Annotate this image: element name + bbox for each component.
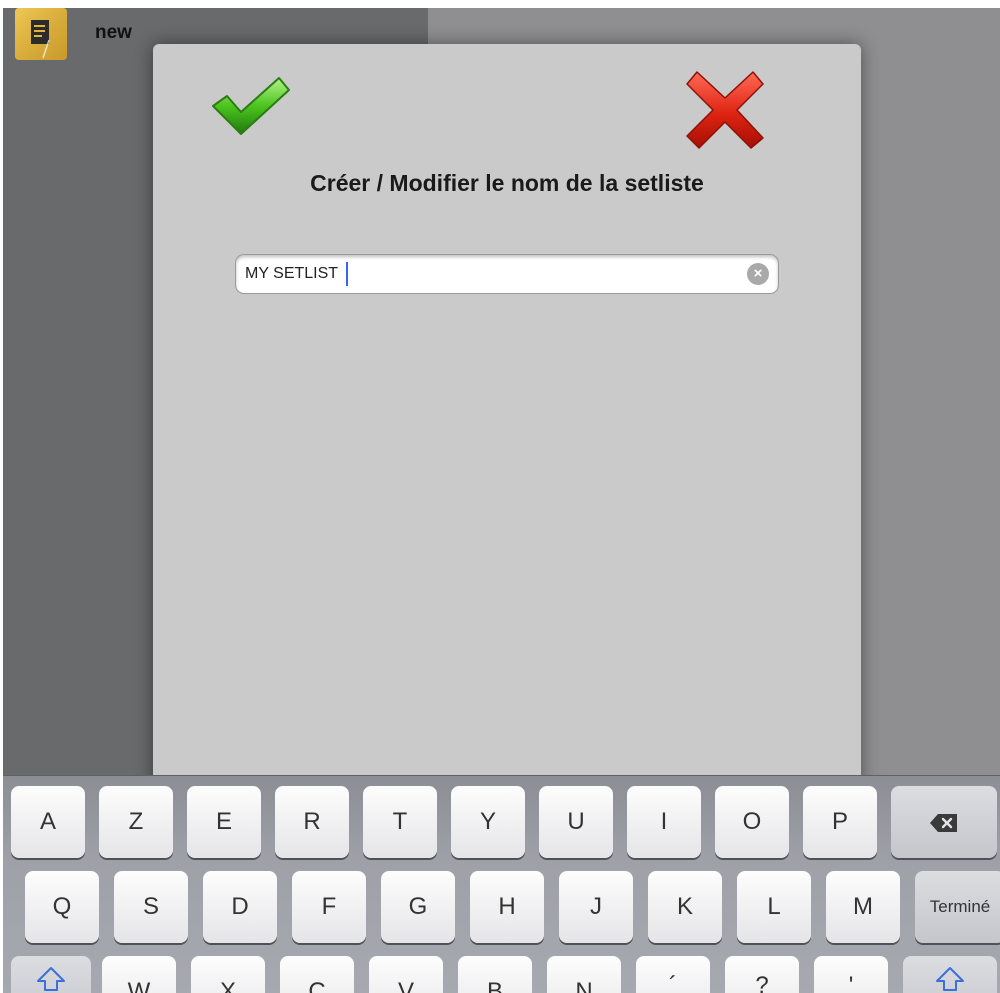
key-m[interactable]: M	[826, 871, 900, 943]
key-o[interactable]: O	[715, 786, 789, 858]
shift-icon	[936, 967, 964, 991]
key-s[interactable]: S	[114, 871, 188, 943]
key-f[interactable]: F	[292, 871, 366, 943]
key-a[interactable]: A	[11, 786, 85, 858]
setlist-name-field[interactable]: ×	[235, 254, 779, 294]
key-j[interactable]: J	[559, 871, 633, 943]
close-icon[interactable]	[683, 68, 767, 152]
dialog-title: Créer / Modifier le nom de la setliste	[310, 170, 704, 196]
backspace-icon	[930, 813, 957, 832]
key-z[interactable]: Z	[99, 786, 173, 858]
checkmark-icon[interactable]	[209, 72, 293, 144]
setlist-name-input[interactable]	[245, 263, 725, 285]
done-key[interactable]: Terminé	[915, 871, 1000, 943]
text-caret	[346, 262, 348, 286]
key-n[interactable]: N	[547, 956, 621, 993]
key-u[interactable]: U	[539, 786, 613, 858]
key-g[interactable]: G	[381, 871, 455, 943]
shift-key-left[interactable]	[11, 956, 91, 993]
key-x[interactable]: X	[191, 956, 265, 993]
app-screen: new Créer / Modifier le nom de la setlis…	[3, 8, 1000, 993]
key-acute[interactable]: ´	[636, 956, 710, 993]
key-v[interactable]: V	[369, 956, 443, 993]
key-y[interactable]: Y	[451, 786, 525, 858]
on-screen-keyboard: A Z E R T Y U I O P Q S D F G H J K L M …	[3, 775, 1000, 993]
key-b[interactable]: B	[458, 956, 532, 993]
shift-key-right[interactable]	[903, 956, 997, 993]
shift-icon	[37, 967, 65, 991]
key-t[interactable]: T	[363, 786, 437, 858]
key-c[interactable]: C	[280, 956, 354, 993]
key-i[interactable]: I	[627, 786, 701, 858]
key-h[interactable]: H	[470, 871, 544, 943]
key-p[interactable]: P	[803, 786, 877, 858]
key-question[interactable]: ?	[725, 956, 799, 993]
list-item-title: new	[95, 22, 132, 43]
note-icon	[15, 8, 67, 60]
rename-setlist-dialog: Créer / Modifier le nom de la setliste ×	[153, 44, 861, 804]
key-e[interactable]: E	[187, 786, 261, 858]
clear-icon[interactable]: ×	[747, 263, 769, 285]
key-apostrophe[interactable]: '	[814, 956, 888, 993]
key-w[interactable]: W	[102, 956, 176, 993]
key-k[interactable]: K	[648, 871, 722, 943]
key-l[interactable]: L	[737, 871, 811, 943]
backspace-key[interactable]	[891, 786, 997, 858]
key-r[interactable]: R	[275, 786, 349, 858]
key-q[interactable]: Q	[25, 871, 99, 943]
key-d[interactable]: D	[203, 871, 277, 943]
